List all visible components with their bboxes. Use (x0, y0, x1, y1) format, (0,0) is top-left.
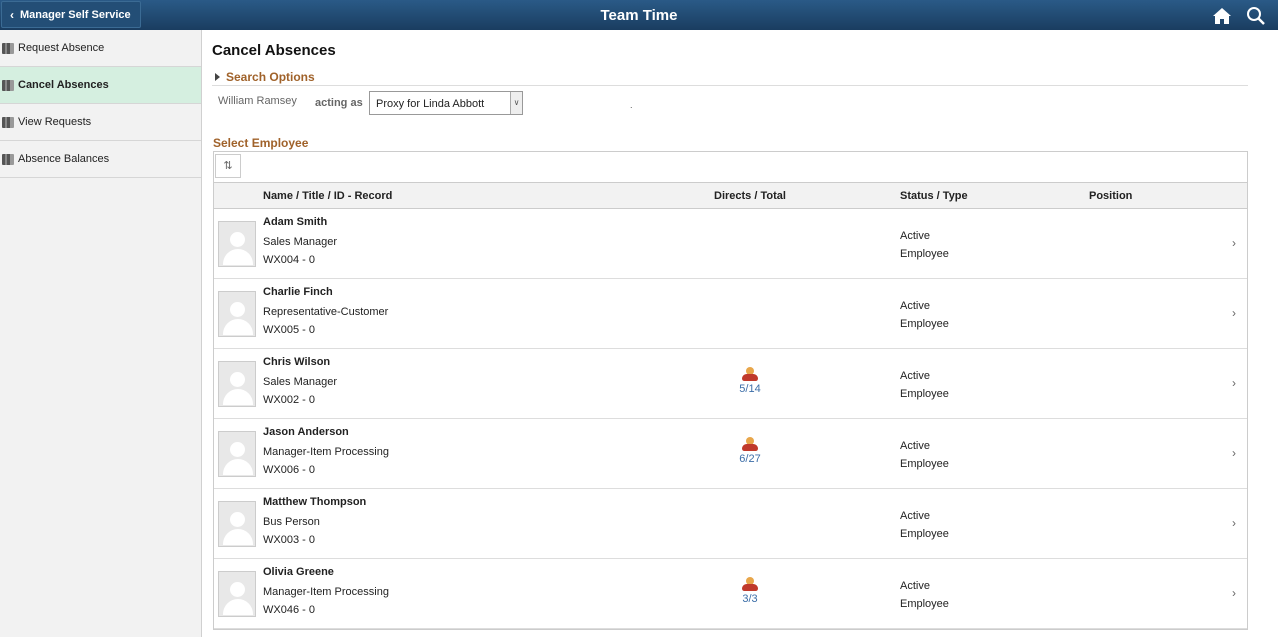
employee-status: Active (900, 510, 930, 522)
briefcase-balance-icon (2, 153, 14, 165)
avatar (218, 221, 256, 267)
briefcase-icon (2, 42, 14, 54)
column-header-status[interactable]: Status / Type (900, 190, 968, 202)
employee-type: Employee (900, 318, 949, 330)
briefcase-cancel-icon (2, 79, 14, 91)
employee-name: Adam Smith (263, 216, 328, 228)
acting-as-label: acting as (315, 97, 363, 109)
directs-count: 6/27 (739, 453, 761, 465)
table-row[interactable]: Charlie Finch Representative-Customer WX… (214, 279, 1247, 349)
search-options-label: Search Options (226, 70, 315, 84)
search-options-toggle[interactable]: Search Options (215, 70, 315, 84)
employee-name: Charlie Finch (263, 286, 333, 298)
team-icon (742, 577, 758, 591)
employee-title: Bus Person (263, 516, 320, 528)
table-row[interactable]: Adam Smith Sales Manager WX004 - 0 Active… (214, 209, 1247, 279)
user-name: William Ramsey (218, 95, 297, 107)
sidebar: Request Absence Cancel Absences View Req… (0, 30, 202, 637)
employee-title: Representative-Customer (263, 306, 389, 318)
employee-title: Manager-Item Processing (263, 446, 389, 458)
grid-header: Name / Title / ID - Record Directs / Tot… (214, 183, 1247, 209)
avatar (218, 431, 256, 477)
select-employee-heading: Select Employee (213, 136, 309, 150)
team-icon (742, 367, 758, 381)
avatar (218, 571, 256, 617)
dot-text: . (630, 100, 633, 110)
employee-title: Sales Manager (263, 376, 337, 388)
employee-id: WX006 - 0 (263, 464, 315, 476)
chevron-right-icon[interactable]: › (1232, 586, 1236, 600)
employee-name: Chris Wilson (263, 356, 331, 368)
employee-name: Matthew Thompson (263, 496, 367, 508)
employee-status: Active (900, 440, 930, 452)
sidebar-item-cancel-absences[interactable]: Cancel Absences (0, 67, 201, 104)
home-icon[interactable] (1212, 7, 1232, 25)
employee-status: Active (900, 370, 930, 382)
sort-icon: ⇅ (223, 160, 233, 172)
page-title: Cancel Absences (212, 42, 336, 59)
column-header-name[interactable]: Name / Title / ID - Record (263, 190, 392, 202)
employee-type: Employee (900, 458, 949, 470)
top-banner: ‹ Manager Self Service Team Time (0, 0, 1278, 30)
employee-grid: ⇅ Name / Title / ID - Record Directs / T… (213, 151, 1248, 630)
briefcase-calendar-icon (2, 116, 14, 128)
chevron-right-icon[interactable]: › (1232, 516, 1236, 530)
sort-button[interactable]: ⇅ (215, 154, 241, 178)
directs-count: 5/14 (739, 383, 761, 395)
employee-name: Olivia Greene (263, 566, 334, 578)
table-row[interactable]: Matthew Thompson Bus Person WX003 - 0 Act… (214, 489, 1247, 559)
chevron-right-icon[interactable]: › (1232, 236, 1236, 250)
table-row[interactable]: Jason Anderson Manager-Item Processing W… (214, 419, 1247, 489)
avatar (218, 291, 256, 337)
table-row[interactable]: Olivia Greene Manager-Item Processing WX… (214, 559, 1247, 629)
employee-name: Jason Anderson (263, 426, 349, 438)
employee-type: Employee (900, 248, 949, 260)
sidebar-item-label: Absence Balances (18, 153, 110, 165)
column-header-position[interactable]: Position (1089, 190, 1132, 202)
employee-status: Active (900, 230, 930, 242)
sidebar-item-view-requests[interactable]: View Requests (0, 104, 201, 141)
search-icon[interactable] (1246, 6, 1266, 26)
employee-type: Employee (900, 528, 949, 540)
sidebar-item-label: View Requests (18, 116, 92, 128)
employee-id: WX046 - 0 (263, 604, 315, 616)
sidebar-item-absence-balances[interactable]: Absence Balances (0, 141, 201, 178)
sidebar-item-label: Request Absence (18, 42, 105, 54)
employee-id: WX004 - 0 (263, 254, 315, 266)
grid-toolbar: ⇅ (214, 152, 1247, 183)
expand-triangle-icon (215, 73, 220, 81)
proxy-select[interactable]: Proxy for Linda Abbott ∨ (369, 91, 523, 115)
employee-id: WX005 - 0 (263, 324, 315, 336)
employee-status: Active (900, 300, 930, 312)
team-icon (742, 437, 758, 451)
employee-id: WX003 - 0 (263, 534, 315, 546)
directs-count: 3/3 (742, 593, 758, 605)
avatar (218, 501, 256, 547)
table-row[interactable]: Chris Wilson Sales Manager WX002 - 0 5/14… (214, 349, 1247, 419)
chevron-right-icon[interactable]: › (1232, 376, 1236, 390)
chevron-right-icon[interactable]: › (1232, 306, 1236, 320)
chevron-right-icon[interactable]: › (1232, 446, 1236, 460)
page-header-title: Team Time (600, 7, 678, 24)
sidebar-item-label: Cancel Absences (18, 79, 109, 91)
employee-title: Manager-Item Processing (263, 586, 389, 598)
directs-link[interactable]: 5/14 (729, 367, 771, 395)
divider (212, 85, 1248, 86)
avatar (218, 361, 256, 407)
directs-link[interactable]: 6/27 (729, 437, 771, 465)
column-header-directs[interactable]: Directs / Total (714, 190, 786, 202)
proxy-select-value: Proxy for Linda Abbott (376, 98, 485, 110)
employee-status: Active (900, 580, 930, 592)
sidebar-item-request-absence[interactable]: Request Absence (0, 30, 201, 67)
employee-id: WX002 - 0 (263, 394, 315, 406)
employee-type: Employee (900, 598, 949, 610)
directs-link[interactable]: 3/3 (729, 577, 771, 605)
employee-title: Sales Manager (263, 236, 337, 248)
chevron-down-icon: ∨ (510, 92, 522, 114)
employee-type: Employee (900, 388, 949, 400)
